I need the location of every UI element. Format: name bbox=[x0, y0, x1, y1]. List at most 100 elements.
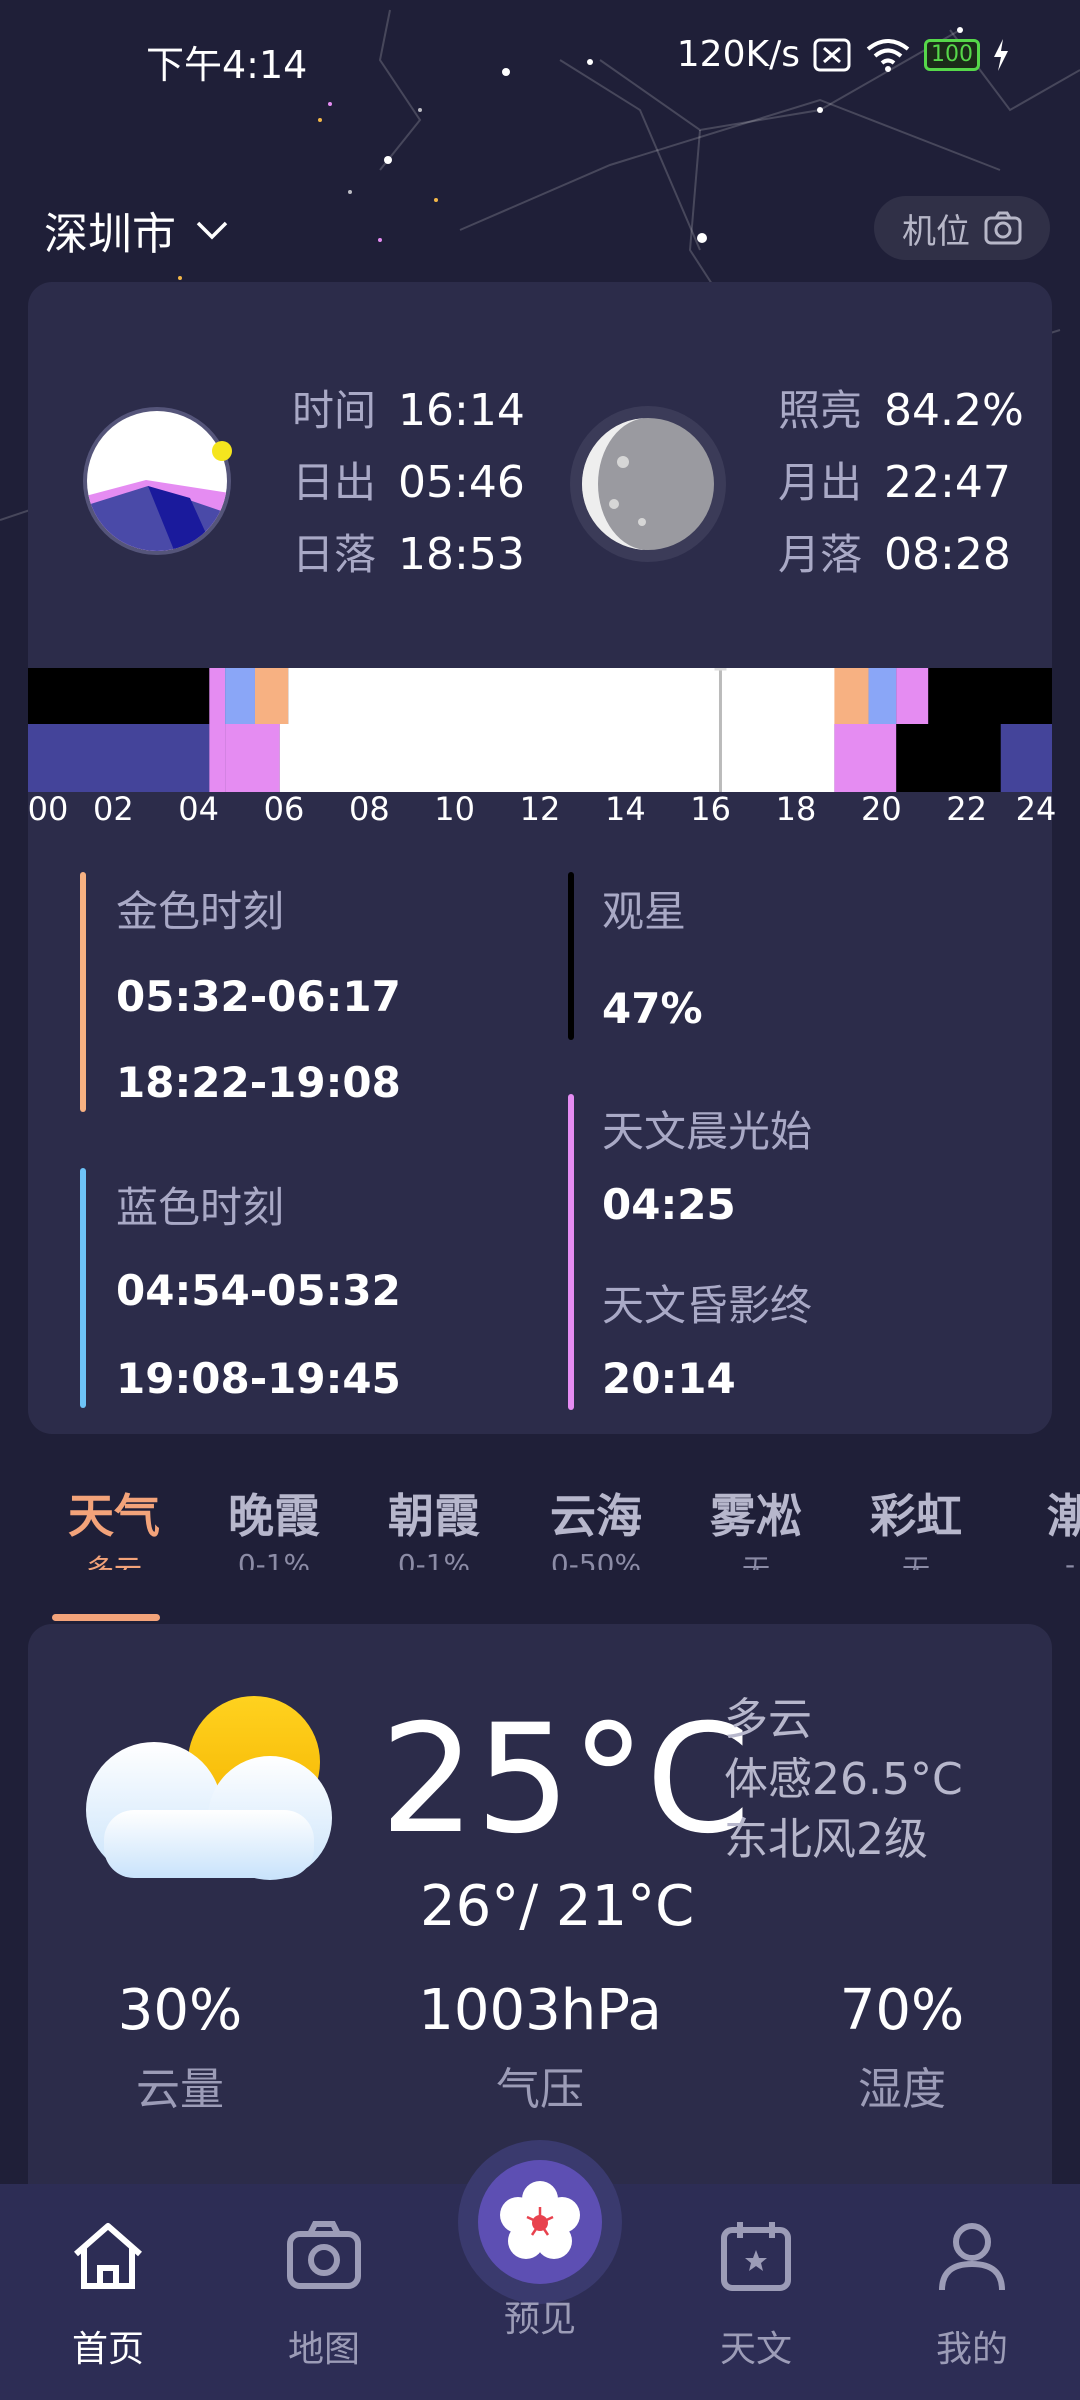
light-timeline[interactable] bbox=[28, 668, 1052, 792]
humidity-value: 70% bbox=[839, 1978, 965, 2043]
tab-sublabel: 0-1% bbox=[397, 1548, 471, 1570]
tab-label: 潮 bbox=[1047, 1489, 1080, 1543]
pressure-value: 1003hPa bbox=[418, 1978, 662, 2043]
stargazing-title: 观星 bbox=[602, 887, 687, 936]
golden-hour-morning: 05:32-06:17 bbox=[116, 972, 401, 1021]
wind-info: 东北风2级 bbox=[724, 1814, 928, 1865]
tab-rainbow[interactable]: 彩虹 无 bbox=[856, 1480, 976, 1570]
astro-dusk-title: 天文昏影终 bbox=[602, 1281, 813, 1330]
wifi-icon bbox=[866, 38, 910, 72]
flower-icon bbox=[500, 2181, 580, 2259]
astro-twilight-accent-bar bbox=[568, 1094, 574, 1410]
timeline-segment-night bbox=[896, 724, 1001, 792]
timeline-segment-day bbox=[288, 668, 843, 724]
nav-preview-label: 预见 bbox=[503, 2299, 576, 2340]
city-selector[interactable]: 深圳市 bbox=[44, 198, 230, 262]
blue-hour-accent-bar bbox=[80, 1168, 86, 1408]
tab-sublabel: - bbox=[1064, 1548, 1076, 1570]
tab-label: 云海 bbox=[550, 1489, 642, 1543]
timeline-tick-label: 10 bbox=[434, 790, 476, 828]
nav-home-label: 首页 bbox=[71, 2329, 144, 2370]
sun-info: 时间 16:14 日出 05:46 日落 18:53 bbox=[292, 382, 525, 584]
timeline-segment-light-blue bbox=[225, 668, 255, 724]
humidity-label: 湿度 bbox=[858, 2064, 946, 2115]
tab-weather[interactable]: 天气 多云 bbox=[54, 1480, 174, 1570]
astro-dawn-value: 04:25 bbox=[602, 1180, 736, 1229]
active-tab-indicator bbox=[52, 1614, 160, 1621]
charging-icon bbox=[994, 38, 1008, 71]
camera-icon bbox=[984, 211, 1022, 245]
current-time-value: 16:14 bbox=[398, 385, 525, 436]
nav-map[interactable]: 地图 bbox=[244, 2214, 404, 2372]
moonrise-label: 月出 bbox=[778, 458, 863, 507]
tab-label: 天气 bbox=[68, 1489, 160, 1543]
city-name: 深圳市 bbox=[44, 209, 176, 260]
pressure-label: 气压 bbox=[496, 2064, 584, 2115]
current-time-label: 时间 bbox=[292, 386, 377, 435]
pressure-stat: 1003hPa 气压 bbox=[410, 1978, 670, 2117]
moonrise-value: 22:47 bbox=[884, 457, 1011, 508]
weather-details: 多云 体感26.5°C 东北风2级 bbox=[724, 1690, 963, 1870]
astro-dawn-title: 天文晨光始 bbox=[602, 1107, 813, 1156]
calendar-icon bbox=[721, 2222, 791, 2291]
golden-hour-title: 金色时刻 bbox=[116, 887, 285, 936]
timeline-segment-night bbox=[928, 668, 1052, 724]
status-time: 下午4:14 bbox=[146, 43, 308, 87]
nav-mine-label: 我的 bbox=[935, 2329, 1008, 2370]
nav-map-label: 地图 bbox=[287, 2329, 360, 2370]
timeline-segment-blue-hour bbox=[896, 668, 929, 724]
timeline-tick-label: 16 bbox=[690, 790, 732, 828]
tab-label: 朝霞 bbox=[388, 1489, 480, 1543]
timeline-segment-golden bbox=[254, 668, 289, 724]
home-icon bbox=[74, 2223, 142, 2289]
stargazing-value: 47% bbox=[602, 984, 703, 1033]
moonset-label: 月落 bbox=[778, 530, 863, 579]
tab-sunrise-glow[interactable]: 朝霞 0-1% bbox=[374, 1480, 494, 1570]
sunset-value: 18:53 bbox=[398, 529, 525, 580]
timeline-segment-blue-hour bbox=[892, 724, 897, 792]
humidity-stat: 70% 湿度 bbox=[772, 1978, 1032, 2117]
astro-dusk-value: 20:14 bbox=[602, 1354, 736, 1403]
tab-rime[interactable]: 雾凇 无 bbox=[696, 1480, 816, 1570]
moon-phase-icon bbox=[570, 406, 726, 562]
timeline-tick-label: 02 bbox=[92, 790, 134, 828]
tab-tide[interactable]: 潮 - bbox=[1010, 1480, 1080, 1570]
tab-label: 雾凇 bbox=[710, 1489, 802, 1543]
timeline-segment-astro-twilight bbox=[28, 724, 210, 792]
moon-info: 照亮 84.2% 月出 22:47 月落 08:28 bbox=[778, 382, 1024, 584]
camera-position-button[interactable]: 机位 bbox=[874, 196, 1050, 260]
tab-label: 晚霞 bbox=[228, 1489, 320, 1543]
tab-label: 彩虹 bbox=[870, 1489, 962, 1543]
partly-cloudy-icon bbox=[86, 1696, 332, 1880]
tab-sublabel: 0-1% bbox=[237, 1548, 311, 1570]
nav-preview[interactable]: 预见 bbox=[460, 2290, 620, 2342]
user-icon bbox=[939, 2223, 1005, 2291]
blue-hour-title: 蓝色时刻 bbox=[116, 1183, 285, 1232]
nav-astronomy[interactable]: 天文 bbox=[676, 2214, 836, 2372]
timeline-segment-light-blue bbox=[868, 668, 897, 724]
weather-condition: 多云 bbox=[724, 1694, 812, 1745]
nav-home[interactable]: 首页 bbox=[28, 2214, 188, 2372]
sunrise-value: 05:46 bbox=[398, 457, 525, 508]
timeline-segment-blue-hour bbox=[225, 724, 280, 792]
nav-astronomy-label: 天文 bbox=[719, 2329, 792, 2370]
temperature-range: 26°/ 21°C bbox=[420, 1874, 695, 1939]
battery-indicator: 100 bbox=[924, 38, 980, 71]
tab-sunset-glow[interactable]: 晚霞 0-1% bbox=[214, 1480, 334, 1570]
stargazing-accent-bar bbox=[568, 872, 574, 1040]
timeline-tick-label: 14 bbox=[604, 790, 646, 828]
timeline-segment-blue-hour bbox=[209, 668, 226, 792]
tab-sublabel: 无 bbox=[741, 1553, 770, 1570]
timeline-tick-label: 06 bbox=[263, 790, 305, 828]
timeline-hour-ticks: 00 02 04 06 08 10 12 14 16 18 20 22 24 bbox=[28, 790, 1057, 830]
tab-sublabel: 0-50% bbox=[550, 1548, 642, 1570]
current-temperature: 25°C bbox=[380, 1693, 751, 1867]
tab-sublabel: 多云 bbox=[85, 1553, 142, 1570]
cloud-cover-label: 云量 bbox=[136, 2064, 224, 2115]
nav-mine[interactable]: 我的 bbox=[892, 2214, 1052, 2372]
tab-sea-of-clouds[interactable]: 云海 0-50% bbox=[536, 1480, 656, 1570]
preview-button[interactable] bbox=[478, 2160, 602, 2284]
tab-sublabel: 无 bbox=[901, 1553, 930, 1570]
camera-position-label: 机位 bbox=[902, 211, 970, 252]
timeline-tick-label: 18 bbox=[775, 790, 817, 828]
